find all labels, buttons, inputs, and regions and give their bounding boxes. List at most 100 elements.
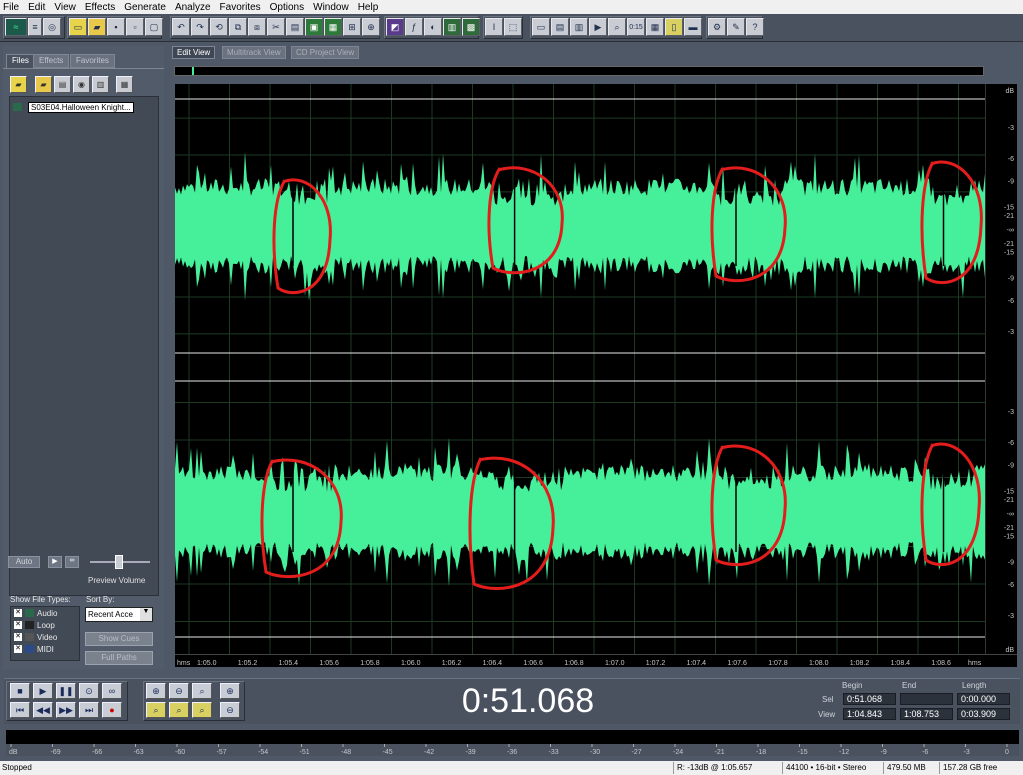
time-selection-icon[interactable]: I: [485, 18, 503, 36]
record-icon[interactable]: ●: [102, 702, 122, 718]
trim-icon[interactable]: ⊞: [343, 18, 361, 36]
status-window-icon[interactable]: ▬: [684, 18, 702, 36]
menu-analyze[interactable]: Analyze: [175, 2, 211, 13]
menu-window[interactable]: Window: [313, 2, 349, 13]
preview-play-icon[interactable]: ▶: [48, 556, 62, 568]
checkbox-icon[interactable]: ✕: [14, 645, 22, 653]
zoom-right-edge-icon[interactable]: ⌕: [192, 702, 212, 718]
loop-play-icon[interactable]: ∞: [102, 683, 122, 699]
spectral-view-icon[interactable]: ◩: [386, 18, 404, 36]
menu-file[interactable]: File: [3, 2, 19, 13]
waveform-view-icon[interactable]: ▩: [462, 18, 480, 36]
script-icon[interactable]: ✎: [727, 18, 745, 36]
paste-new-icon[interactable]: ▣: [305, 18, 323, 36]
import-file-icon[interactable]: ▰: [35, 76, 52, 93]
menu-favorites[interactable]: Favorites: [220, 2, 261, 13]
tab-edit-view[interactable]: Edit View: [172, 46, 216, 59]
sort-by-select[interactable]: Recent Acce ▼: [85, 607, 153, 622]
tab-multitrack-view[interactable]: Multitrack View: [222, 46, 286, 59]
level-meter-icon[interactable]: ▯: [665, 18, 683, 36]
mix-paste-icon[interactable]: ▦: [324, 18, 342, 36]
go-to-end-icon[interactable]: ⏭: [79, 702, 99, 718]
window-3-icon[interactable]: ▥: [570, 18, 588, 36]
zoom-left-edge-icon[interactable]: ⌕: [169, 702, 189, 718]
help-icon[interactable]: ?: [746, 18, 764, 36]
undo-icon[interactable]: ↶: [172, 18, 190, 36]
transport-window-icon[interactable]: ▶: [589, 18, 607, 36]
checkbox-icon[interactable]: ✕: [14, 633, 22, 641]
close-file-icon[interactable]: ▢: [145, 18, 163, 36]
menu-options[interactable]: Options: [270, 2, 304, 13]
view-length-field[interactable]: 0:03.909: [957, 708, 1010, 720]
file-type-video[interactable]: ✕ Video: [11, 631, 79, 643]
marquee-icon[interactable]: ⬚: [504, 18, 522, 36]
zoom-in-icon[interactable]: ⊕: [146, 683, 166, 699]
preview-loop-icon[interactable]: ∞: [65, 556, 79, 568]
overview-bar[interactable]: [174, 66, 984, 76]
paste-icon[interactable]: ▤: [286, 18, 304, 36]
pause-icon[interactable]: ❚❚: [56, 683, 76, 699]
waveform-display[interactable]: [175, 84, 1000, 656]
copy-new-icon[interactable]: ⧈: [248, 18, 266, 36]
fast-forward-icon[interactable]: ▶▶: [56, 702, 76, 718]
play-icon[interactable]: ▶: [33, 683, 53, 699]
open-folder-icon[interactable]: ▰: [88, 18, 106, 36]
phase-icon[interactable]: ◐: [424, 18, 442, 36]
multitrack-icon[interactable]: ≡: [28, 18, 42, 36]
edit-view-icon[interactable]: ≈: [5, 18, 27, 36]
menu-generate[interactable]: Generate: [124, 2, 166, 13]
file-type-loop[interactable]: ✕ Loop: [11, 619, 79, 631]
preview-volume-knob[interactable]: [115, 555, 123, 569]
go-to-beginning-icon[interactable]: ⏮: [10, 702, 30, 718]
copy-icon[interactable]: ⧉: [229, 18, 247, 36]
redo-icon[interactable]: ↷: [191, 18, 209, 36]
play-to-end-icon[interactable]: ⊙: [79, 683, 99, 699]
zoom-out-vertical-icon[interactable]: ⊖: [220, 702, 240, 718]
tab-cd-project-view[interactable]: CD Project View: [291, 46, 360, 59]
tab-effects[interactable]: Effects: [33, 54, 70, 68]
menu-effects[interactable]: Effects: [85, 2, 115, 13]
stop-icon[interactable]: ■: [10, 683, 30, 699]
checkbox-icon[interactable]: ✕: [14, 609, 22, 617]
overview-marker[interactable]: [192, 67, 194, 75]
zoom-in-vertical-icon[interactable]: ⊕: [220, 683, 240, 699]
sel-end-field[interactable]: [900, 693, 953, 705]
window-1-icon[interactable]: ▭: [532, 18, 550, 36]
zoom-out-full-icon[interactable]: ⌕: [192, 683, 212, 699]
insert-multitrack-icon[interactable]: ▥: [92, 76, 109, 93]
list-item[interactable]: S03E04.Halloween Knight...: [13, 101, 134, 113]
file-type-midi[interactable]: ✕ MIDI: [11, 643, 79, 655]
menu-view[interactable]: View: [54, 2, 76, 13]
zoom-window-icon[interactable]: ⌕: [608, 18, 626, 36]
sel-length-field[interactable]: 0:00.000: [957, 693, 1010, 705]
auto-play-button[interactable]: Auto: [8, 556, 40, 568]
new-file-icon[interactable]: ▭: [69, 18, 87, 36]
view-end-field[interactable]: 1:08.753: [900, 708, 953, 720]
rewind-icon[interactable]: ◀◀: [33, 702, 53, 718]
close-files-icon[interactable]: ▤: [54, 76, 71, 93]
save-as-icon[interactable]: ▫: [126, 18, 144, 36]
repeat-icon[interactable]: ⟲: [210, 18, 228, 36]
show-cues-button[interactable]: Show Cues: [85, 632, 153, 646]
frequency-icon[interactable]: ƒ: [405, 18, 423, 36]
sel-begin-field[interactable]: 0:51.068: [843, 693, 896, 705]
pan-icon[interactable]: ▥: [443, 18, 461, 36]
tab-files[interactable]: Files: [6, 54, 35, 68]
window-2-icon[interactable]: ▤: [551, 18, 569, 36]
zoom-selection-icon[interactable]: ⊕: [362, 18, 380, 36]
menu-edit[interactable]: Edit: [28, 2, 45, 13]
full-paths-button[interactable]: Full Paths: [85, 651, 153, 665]
chevron-down-icon[interactable]: ▼: [140, 608, 152, 621]
edit-file-icon[interactable]: ◉: [73, 76, 90, 93]
options-icon[interactable]: ▦: [116, 76, 133, 93]
cut-icon[interactable]: ✂: [267, 18, 285, 36]
time-window-icon[interactable]: 0:15: [627, 18, 645, 36]
settings-icon[interactable]: ⚙: [708, 18, 726, 36]
cd-icon[interactable]: ◎: [43, 18, 61, 36]
zoom-selection-icon[interactable]: ⌕: [146, 702, 166, 718]
open-file-icon[interactable]: ▰: [10, 76, 27, 93]
view-begin-field[interactable]: 1:04.843: [843, 708, 896, 720]
save-icon[interactable]: ▪: [107, 18, 125, 36]
menu-help[interactable]: Help: [358, 2, 379, 13]
selection-window-icon[interactable]: ▦: [646, 18, 664, 36]
